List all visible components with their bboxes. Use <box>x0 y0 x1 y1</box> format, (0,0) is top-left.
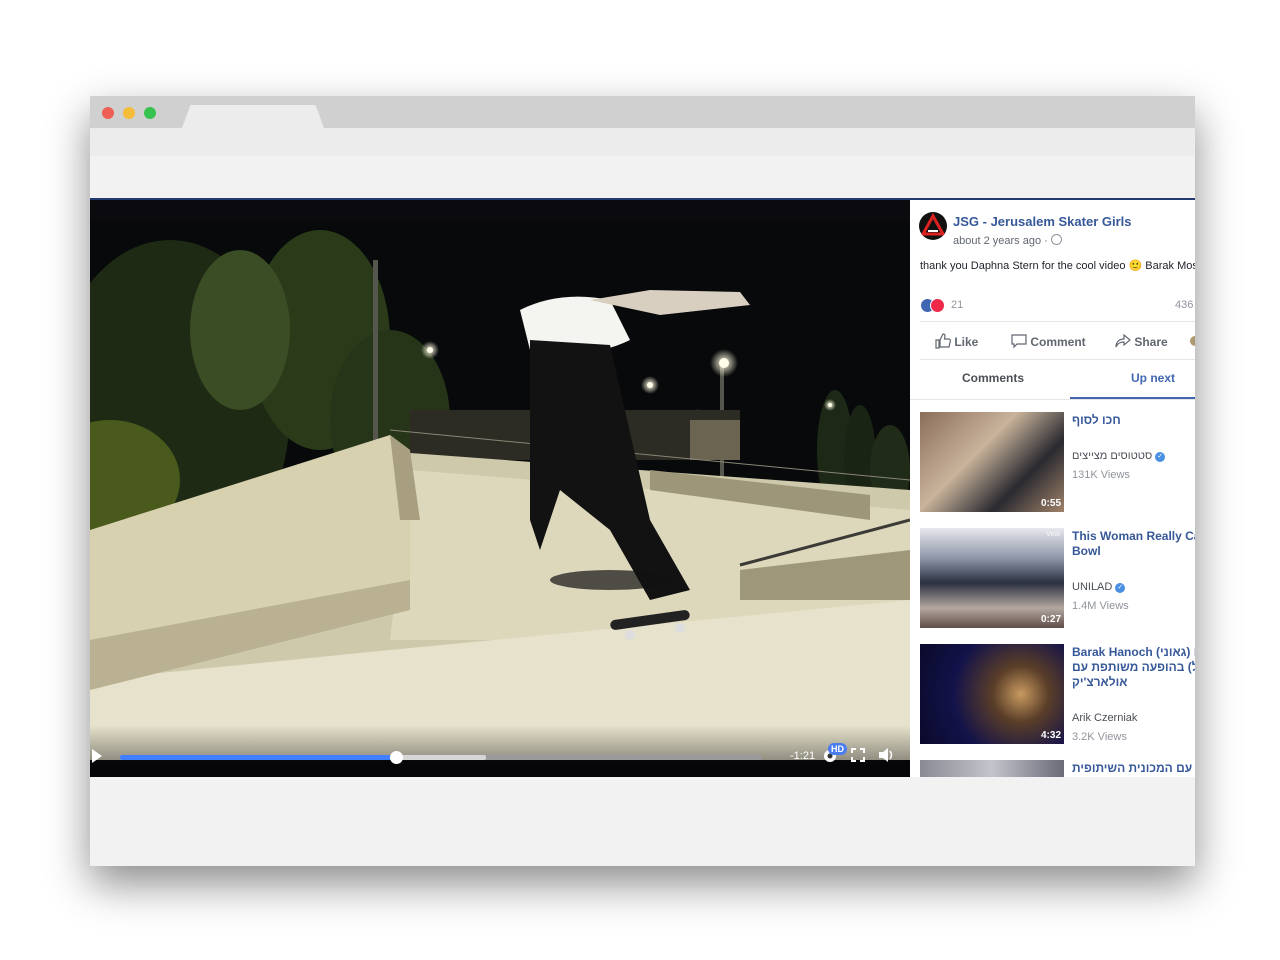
view-count: 3.2K Views <box>1072 731 1127 743</box>
video-title-line: גיל) בהופעה משותפת עם <box>1072 660 1195 674</box>
video-title-line: חכו לסוף <box>1072 413 1121 427</box>
video-thumbnail[interactable]: 4:32 <box>920 644 1064 744</box>
share-button[interactable]: Share <box>1115 333 1168 349</box>
views-count: 436 <box>1175 299 1194 311</box>
video-frame <box>90 220 910 760</box>
thumbs-up-icon <box>935 333 951 349</box>
close-window-button[interactable] <box>102 107 114 119</box>
minimize-window-button[interactable] <box>123 107 135 119</box>
channel-name[interactable]: Arik Czerniak <box>1072 712 1137 724</box>
comment-icon <box>1011 334 1027 349</box>
tab-comments[interactable]: Comments <box>962 371 1024 385</box>
progress-track[interactable] <box>120 751 762 764</box>
channel-name[interactable]: UNILAD ✓ <box>1072 581 1126 593</box>
channel-label: סטטוסים מצייצים <box>1072 450 1153 462</box>
share-as-avatar-icon[interactable] <box>1190 336 1195 346</box>
view-count: 1.4M Views <box>1072 600 1129 612</box>
post-panel: JSG - Jerusalem Skater Girls about 2 yea… <box>910 198 1195 777</box>
divider <box>920 359 1195 360</box>
channel-name[interactable]: סטטוסים מצייצים ✓ <box>1072 450 1166 462</box>
fullscreen-icon[interactable] <box>851 748 865 762</box>
share-label: Share <box>1134 335 1168 349</box>
browser-window: -1:21 HD JSG - Jerusalem Skater Girls ab… <box>90 96 1195 866</box>
view-count: 131K Views <box>1072 469 1130 481</box>
hd-badge[interactable]: HD <box>828 743 847 755</box>
page-content: -1:21 HD JSG - Jerusalem Skater Girls ab… <box>90 156 1195 866</box>
like-button[interactable]: Like <box>935 333 978 349</box>
video-thumbnail[interactable]: 0:55 <box>920 412 1064 512</box>
video-title[interactable]: חכו לסוף <box>1072 413 1195 428</box>
like-label: Like <box>954 335 979 349</box>
comment-label: Comment <box>1030 335 1086 349</box>
video-player[interactable]: -1:21 HD <box>90 198 910 777</box>
post-time-text: about 2 years ago · <box>953 235 1051 247</box>
video-duration: 4:32 <box>1040 730 1061 741</box>
jsg-logo-icon <box>920 212 946 236</box>
viral-watermark: Viral <box>1046 531 1060 538</box>
video-thumbnail[interactable]: Viral 0:27 <box>920 528 1064 628</box>
reactions-count: 21 <box>951 299 964 311</box>
video-thumbnail[interactable] <box>920 760 1064 777</box>
divider <box>910 399 1195 400</box>
post-timestamp[interactable]: about 2 years ago · <box>953 234 1062 247</box>
play-icon[interactable] <box>90 748 104 764</box>
progress-scrubber[interactable] <box>390 751 404 764</box>
video-title-line: This Woman Really Ca <box>1072 529 1195 543</box>
love-reaction-icon <box>930 298 945 313</box>
video-title-line: אולארצ'יק <box>1072 675 1128 689</box>
channel-label: UNILAD <box>1072 581 1113 593</box>
video-title-line: Bowl <box>1072 544 1101 558</box>
video-title[interactable]: ניה עם המכונית השיתופית <box>1072 761 1195 776</box>
divider <box>920 321 1195 322</box>
video-duration: 0:55 <box>1040 498 1061 509</box>
share-icon <box>1115 333 1131 348</box>
player-controls: -1:21 HD <box>90 725 910 777</box>
browser-toolbar <box>90 128 1195 156</box>
video-title-line: Barak Hanoch (גאוני) ולו <box>1072 645 1195 659</box>
video-title[interactable]: Barak Hanoch (גאוני) ולו גיל) בהופעה משו… <box>1072 645 1195 690</box>
page-avatar[interactable] <box>919 212 947 240</box>
page-name-link[interactable]: JSG - Jerusalem Skater Girls <box>953 214 1131 229</box>
post-text: thank you Daphna Stern for the cool vide… <box>920 260 1195 272</box>
comment-button[interactable]: Comment <box>1011 333 1086 349</box>
verified-badge-icon: ✓ <box>1115 583 1126 593</box>
video-title-line: ניה עם המכונית השיתופית <box>1072 761 1195 775</box>
tab-up-next[interactable]: Up next <box>1131 371 1175 385</box>
title-bar <box>90 96 1195 128</box>
globe-icon <box>1050 234 1062 245</box>
time-remaining: -1:21 <box>790 750 816 762</box>
maximize-window-button[interactable] <box>144 107 156 119</box>
video-title[interactable]: This Woman Really Ca Bowl <box>1072 529 1195 559</box>
browser-tab[interactable] <box>182 105 324 128</box>
verified-badge-icon: ✓ <box>1155 452 1166 462</box>
video-duration: 0:27 <box>1040 614 1061 625</box>
volume-icon[interactable] <box>877 746 895 764</box>
progress-played <box>120 755 397 760</box>
